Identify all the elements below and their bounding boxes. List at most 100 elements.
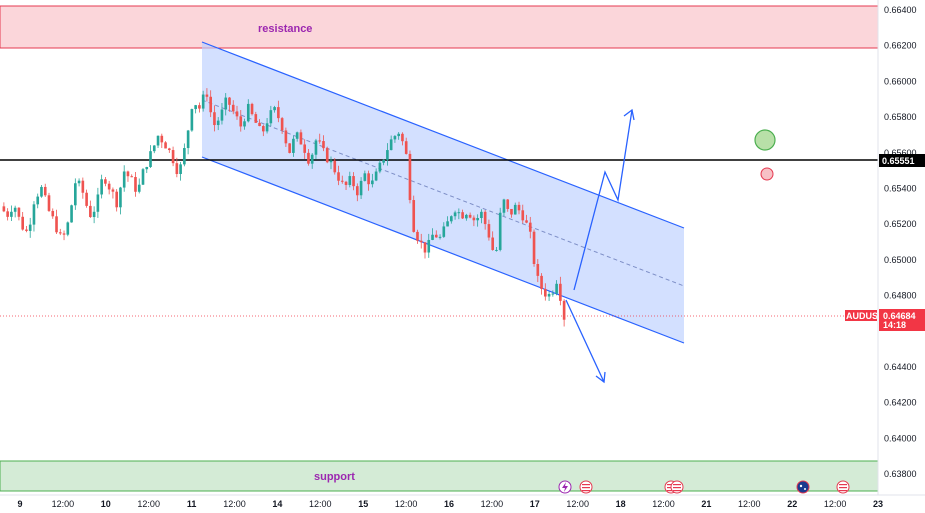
us-flag-icon[interactable] — [836, 480, 850, 494]
time-tick-label: 12:00 — [738, 499, 761, 509]
candle-body — [168, 148, 171, 151]
candle-body — [216, 120, 220, 126]
candle-body — [10, 211, 13, 217]
candle-body — [190, 109, 194, 131]
candle-body — [171, 150, 175, 164]
price-tick-label: 0.63800 — [884, 469, 917, 479]
price-chart[interactable]: resistance support 0.66400 0.66200 0.66000… — [0, 0, 925, 513]
candle-body — [194, 105, 197, 110]
price-axis[interactable] — [878, 0, 925, 495]
time-tick-label: 12:00 — [52, 499, 75, 509]
candle-body — [547, 293, 551, 297]
price-tick-label: 0.66400 — [884, 5, 917, 15]
candle-body — [340, 180, 344, 182]
candle-body — [2, 206, 6, 212]
candle-body — [483, 211, 487, 225]
au-flag-icon[interactable] — [796, 480, 810, 494]
candle-body — [51, 210, 55, 217]
candle-body — [367, 173, 370, 185]
candle-body — [525, 220, 528, 223]
candle-body — [47, 195, 51, 211]
candle-body — [356, 186, 359, 196]
candle-body — [254, 114, 258, 123]
candle-body — [487, 224, 491, 238]
candle-body — [416, 231, 419, 241]
candle-body — [536, 263, 540, 276]
candle-body — [100, 179, 103, 195]
price-tick-label: 0.65800 — [884, 112, 917, 122]
support-label: support — [314, 471, 355, 483]
price-tick-label: 0.65200 — [884, 219, 917, 229]
candle-body — [134, 176, 137, 192]
candle-body — [175, 163, 179, 175]
signal-circle[interactable] — [760, 167, 774, 181]
candle-body — [329, 160, 333, 163]
candle-body — [363, 173, 367, 181]
candle-body — [419, 240, 423, 243]
bearish-scenario-arrow[interactable] — [565, 299, 606, 384]
candle-body — [201, 94, 205, 109]
candle-body — [513, 204, 517, 215]
candle-body — [333, 160, 337, 173]
candle-body — [393, 136, 397, 140]
candle-body — [239, 116, 243, 127]
candle-body — [179, 164, 182, 175]
candle-body — [220, 109, 224, 121]
candle-body — [502, 199, 506, 213]
candle-body — [6, 211, 9, 217]
candle-body — [495, 249, 498, 251]
candle-body — [288, 143, 291, 153]
candle-body — [295, 132, 299, 139]
candle-body — [562, 300, 566, 320]
time-tick-label: 23 — [873, 499, 883, 509]
candle-body — [231, 104, 235, 112]
candle-body — [107, 183, 111, 190]
candle-body — [77, 180, 81, 184]
candle-body — [344, 181, 348, 185]
candle-body — [119, 187, 122, 208]
candle-body — [250, 103, 254, 115]
candle-body — [209, 96, 212, 113]
candle-body — [498, 212, 502, 250]
descending-channel[interactable] — [202, 42, 684, 343]
candle-body — [81, 180, 85, 193]
candle-body — [62, 233, 66, 235]
candle-body — [164, 142, 167, 149]
candle-body — [310, 154, 314, 164]
candle-body — [404, 141, 408, 154]
candle-body — [322, 141, 325, 149]
candle-body — [325, 148, 329, 163]
candle-body — [450, 216, 453, 222]
candle-body — [104, 179, 107, 184]
candle-body — [408, 153, 412, 201]
candle-body — [348, 176, 352, 185]
candle-body — [28, 224, 32, 231]
candle-body — [314, 140, 318, 155]
time-tick-label: 14 — [272, 499, 282, 509]
resistance-zone[interactable] — [0, 5, 879, 49]
candle-body — [284, 130, 288, 144]
candle-body — [205, 94, 209, 97]
candle-body — [292, 138, 295, 153]
candle-body — [228, 97, 231, 105]
candle-body — [555, 283, 558, 294]
countdown-text: 14:18 — [883, 320, 906, 330]
us-flag-icon[interactable] — [579, 480, 593, 494]
support-zone[interactable] — [0, 460, 879, 492]
candle-body — [258, 122, 261, 127]
time-tick-label: 15 — [358, 499, 368, 509]
target-circle[interactable] — [754, 129, 776, 151]
candle-body — [551, 293, 555, 295]
candle-body — [262, 126, 265, 132]
candle-body — [70, 205, 73, 223]
candle-body — [544, 288, 547, 297]
lightning-event-icon[interactable] — [558, 480, 572, 494]
candle-body — [183, 148, 186, 165]
candle-body — [126, 171, 130, 177]
candle-body — [43, 186, 47, 196]
us-flag-icon[interactable] — [670, 480, 684, 494]
candle-body — [280, 118, 284, 131]
time-tick-label: 12:00 — [395, 499, 418, 509]
candle-body — [265, 123, 269, 132]
candle-body — [89, 205, 92, 218]
